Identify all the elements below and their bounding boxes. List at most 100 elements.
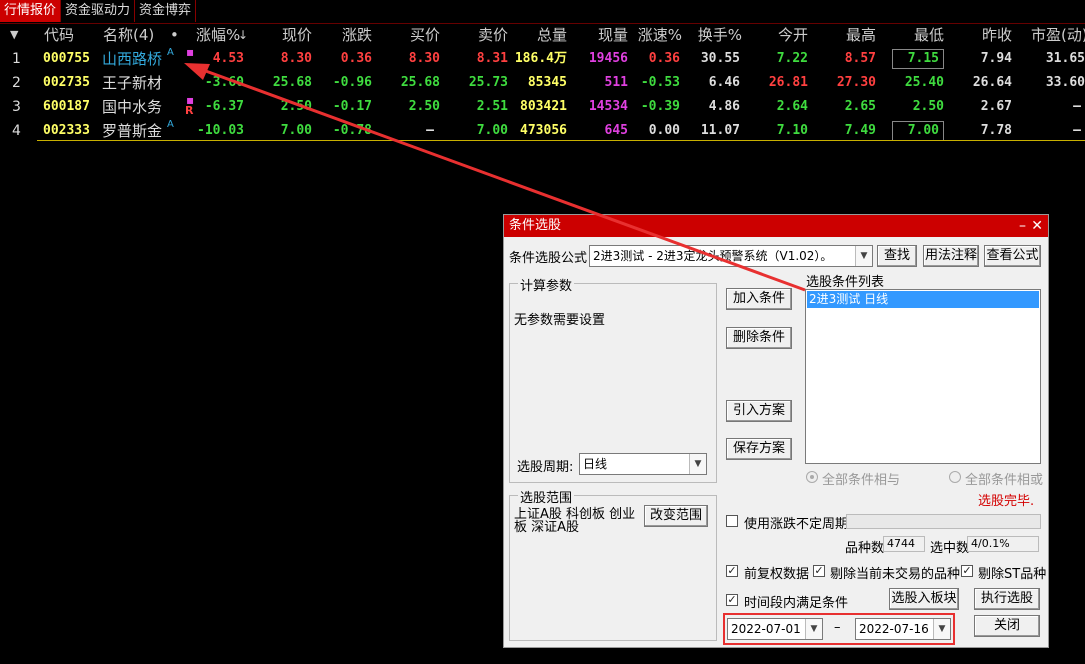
header-price[interactable]: 现价 (260, 23, 312, 47)
stock-code: 000755 (43, 51, 90, 66)
range-group: 选股范围 上证A股 科创板 创业板 深证A股 改变范围 (509, 487, 717, 641)
exclude-st-checkbox[interactable]: ✓ (961, 565, 973, 577)
change-range-button[interactable]: 改变范围 (644, 505, 708, 527)
volume: 85345 (527, 75, 567, 90)
usage-notes-button[interactable]: 用法注释 (923, 245, 979, 267)
tab-capital-drive[interactable]: 资金驱动力 (61, 0, 136, 22)
radio-or-label: 全部条件相或 (965, 473, 1044, 488)
low: 25.40 (904, 75, 944, 90)
add-to-board-button[interactable]: 选股入板块 (889, 588, 959, 610)
minimize-icon[interactable]: – (1019, 215, 1026, 237)
header-name[interactable]: 名称(4) (103, 23, 154, 47)
conditions-list-label: 选股条件列表 (806, 275, 885, 290)
header-ask[interactable]: 卖价 (456, 23, 508, 47)
low: 7.00 (892, 121, 944, 141)
pe: 33.60 (1045, 75, 1085, 90)
status-text: 选股完毕. (978, 494, 1035, 509)
radio-or[interactable] (949, 471, 961, 483)
row-index: 1 (12, 51, 21, 67)
prev-close: 2.67 (980, 99, 1012, 114)
prev-close: 26.64 (972, 75, 1012, 90)
stock-name: 王子新材 (102, 74, 163, 92)
close-icon[interactable]: ✕ (1031, 215, 1043, 237)
row-index: 4 (12, 123, 21, 139)
params-group: 计算参数 无参数需要设置 选股周期: 日线 ▼ (509, 275, 717, 483)
period-satisfy-checkbox[interactable]: ✓ (726, 594, 738, 606)
change: 0.36 (340, 51, 372, 66)
prev-close: 7.94 (980, 51, 1012, 66)
table-row[interactable]: 2 002735 王子新材 -3.60 25.68 -0.96 25.68 25… (0, 71, 1085, 95)
params-text: 无参数需要设置 (514, 313, 606, 328)
chevron-down-icon[interactable]: ▼ (805, 619, 822, 639)
header-code[interactable]: 代码 (44, 23, 74, 47)
header-speed[interactable]: 涨速% (620, 23, 682, 47)
open: 7.22 (776, 51, 808, 66)
date-to-picker[interactable]: 2022-07-16 ▼ (855, 618, 951, 640)
add-condition-button[interactable]: 加入条件 (726, 288, 792, 310)
header-open[interactable]: 今开 (756, 23, 808, 47)
count-value: 4744 (883, 536, 925, 552)
uncertain-period-checkbox[interactable] (726, 515, 738, 527)
header-change-pct[interactable]: 涨幅% (196, 23, 240, 47)
tab-bar: 行情报价 资金驱动力 资金博弈 (0, 0, 1085, 24)
turnover: 30.55 (700, 51, 740, 66)
pe: 31.65 (1045, 51, 1085, 66)
volume: 803421 (520, 99, 567, 114)
header-change[interactable]: 涨跌 (320, 23, 372, 47)
conditions-list-item[interactable]: 2进3测试 日线 (807, 291, 1039, 308)
bid: 8.30 (408, 51, 440, 66)
import-scheme-button[interactable]: 引入方案 (726, 400, 792, 422)
header-high[interactable]: 最高 (824, 23, 876, 47)
menu-arrow-icon[interactable]: ▼ (10, 23, 18, 47)
header-prev-close[interactable]: 昨收 (960, 23, 1012, 47)
sort-desc-icon: ↓ (238, 28, 249, 42)
header-turnover[interactable]: 换手% (680, 23, 742, 47)
find-button[interactable]: 查找 (877, 245, 917, 267)
chevron-down-icon[interactable]: ▼ (855, 246, 872, 266)
table-bottom-rule (37, 140, 1085, 141)
high: 8.57 (844, 51, 876, 66)
radio-and[interactable] (806, 471, 818, 483)
formula-select[interactable]: 2进3测试 - 2进3定龙头预警系统（V1.02）。 ▼ (589, 245, 873, 267)
tab-capital-game[interactable]: 资金博弈 (135, 0, 197, 22)
price: 2.50 (280, 99, 312, 114)
change-pct: 4.53 (212, 51, 244, 66)
table-row[interactable]: 3 600187 国中水务 ▪ R -6.37 2.50 -0.17 2.50 … (0, 93, 1085, 119)
tab-quotes[interactable]: 行情报价 (0, 0, 62, 22)
header-pe[interactable]: 市盈(动) (1031, 23, 1085, 47)
header-volume[interactable]: 总量 (515, 23, 567, 47)
adjusted-data-checkbox[interactable]: ✓ (726, 565, 738, 577)
volume: 186.4万 (514, 51, 567, 66)
date-from-picker[interactable]: 2022-07-01 ▼ (727, 618, 823, 640)
run-selection-button[interactable]: 执行选股 (974, 588, 1040, 610)
save-scheme-button[interactable]: 保存方案 (726, 438, 792, 460)
low: 2.50 (912, 99, 944, 114)
dialog-titlebar[interactable]: 条件选股 – ✕ (504, 215, 1048, 237)
adjusted-data-label: 前复权数据 (744, 567, 810, 582)
current-volume: 511 (604, 75, 628, 90)
conditions-list[interactable]: 2进3测试 日线 (805, 289, 1041, 464)
header-low[interactable]: 最低 (892, 23, 944, 47)
uncertain-period-label: 使用涨跌不定周期 (744, 517, 849, 532)
view-formula-button[interactable]: 查看公式 (984, 245, 1041, 267)
selected-label: 选中数 (930, 541, 970, 556)
count-label: 品种数 (845, 541, 885, 556)
date-from-value: 2022-07-01 (731, 622, 801, 636)
header-bid[interactable]: 买价 (388, 23, 440, 47)
period-select[interactable]: 日线 ▼ (579, 453, 707, 475)
stock-name: 国中水务 (102, 98, 163, 116)
date-separator: – (834, 620, 841, 635)
range-group-title: 选股范围 (518, 487, 575, 506)
dialog-title: 条件选股 (509, 218, 562, 233)
chevron-down-icon[interactable]: ▼ (933, 619, 950, 639)
exclude-untraded-checkbox[interactable]: ✓ (813, 565, 825, 577)
chevron-down-icon[interactable]: ▼ (689, 454, 706, 474)
row-index: 2 (12, 75, 21, 91)
delete-condition-button[interactable]: 删除条件 (726, 327, 792, 349)
high: 27.30 (836, 75, 876, 90)
close-button[interactable]: 关闭 (974, 615, 1040, 637)
table-row[interactable]: 1 000755 山西路桥 A ▪ 4.53 8.30 0.36 8.30 8.… (0, 45, 1085, 71)
current-volume: 19456 (588, 51, 628, 66)
pe: – (1073, 99, 1081, 114)
range-text: 上证A股 科创板 创业板 深证A股 (514, 507, 636, 535)
